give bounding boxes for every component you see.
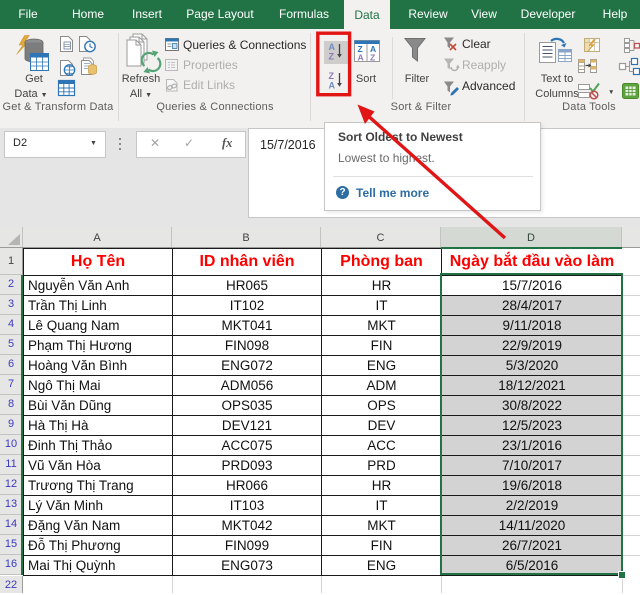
svg-text:A: A [329,81,336,91]
svg-text:Z: Z [329,71,335,81]
svg-text:Z: Z [329,52,335,62]
svg-text:A: A [358,53,364,63]
svg-text:Z: Z [370,53,375,63]
svg-text:▼: ▼ [608,89,614,96]
svg-text:A: A [329,42,336,52]
